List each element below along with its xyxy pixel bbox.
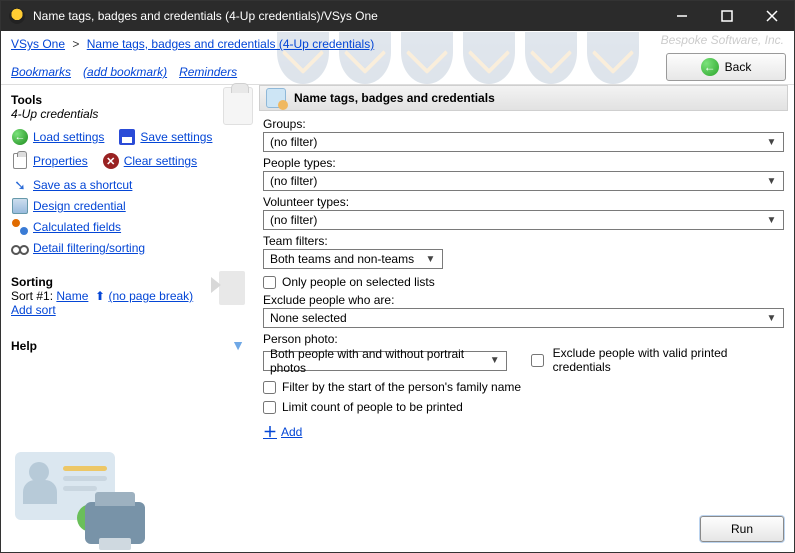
design-icon: [12, 198, 28, 214]
design-credential-link[interactable]: Design credential: [33, 199, 126, 213]
help-expand-icon[interactable]: ▼: [231, 337, 245, 353]
help-heading: Help: [11, 339, 249, 353]
load-settings-link[interactable]: Load settings: [33, 130, 104, 144]
window-title: Name tags, badges and credentials (4-Up …: [33, 9, 659, 23]
panel-header: Name tags, badges and credentials: [259, 85, 788, 111]
person-photo-label: Person photo:: [263, 332, 784, 346]
close-button[interactable]: [749, 1, 794, 31]
plus-icon: ＋: [263, 422, 277, 442]
breadcrumb-root[interactable]: VSys One: [11, 37, 65, 51]
shortcut-icon: ➘: [11, 176, 29, 194]
reminders-link[interactable]: Reminders: [179, 65, 237, 79]
filter-icon: [11, 245, 29, 255]
calc-icon: [12, 219, 28, 235]
only-selected-lists-checkbox[interactable]: [263, 276, 276, 289]
properties-icon: [13, 153, 27, 169]
people-types-value: (no filter): [270, 174, 317, 188]
clear-settings-link[interactable]: Clear settings: [124, 154, 197, 168]
calculated-fields-link[interactable]: Calculated fields: [33, 220, 121, 234]
exclude-who-value: None selected: [270, 311, 347, 325]
breadcrumb-page[interactable]: Name tags, badges and credentials (4-Up …: [87, 37, 374, 51]
panel-title: Name tags, badges and credentials: [294, 91, 495, 105]
panel-header-icon: [266, 88, 286, 108]
limit-count-label: Limit count of people to be printed: [282, 400, 463, 414]
bookmarks-link[interactable]: Bookmarks: [11, 65, 71, 79]
clipboard-icon: [223, 87, 253, 125]
exclude-valid-cred-label: Exclude people with valid printed creden…: [553, 346, 784, 374]
main-panel: Name tags, badges and credentials Groups…: [259, 85, 794, 552]
chevron-down-icon: ▼: [764, 137, 779, 148]
minimize-button[interactable]: [659, 1, 704, 31]
sort-up-icon[interactable]: ⬆: [92, 289, 105, 303]
detail-filtering-link[interactable]: Detail filtering/sorting: [33, 241, 145, 255]
chevron-down-icon: ▼: [764, 176, 779, 187]
groups-value: (no filter): [270, 135, 317, 149]
breadcrumb: VSys One > Name tags, badges and credent…: [11, 37, 374, 51]
groups-select[interactable]: (no filter) ▼: [263, 132, 784, 152]
brand-label: Bespoke Software, Inc.: [661, 33, 784, 47]
exclude-valid-cred-checkbox[interactable]: [531, 354, 544, 367]
add-label: Add: [281, 425, 302, 439]
load-icon: ←: [12, 129, 28, 145]
clear-icon: ✕: [103, 153, 119, 169]
add-sort-link[interactable]: Add sort: [11, 303, 56, 317]
team-filters-label: Team filters:: [263, 234, 784, 248]
document-icon: [219, 271, 245, 305]
save-shortcut-link[interactable]: Save as a shortcut: [33, 178, 132, 192]
people-types-select[interactable]: (no filter) ▼: [263, 171, 784, 191]
volunteer-types-label: Volunteer types:: [263, 195, 784, 209]
exclude-who-select[interactable]: None selected ▼: [263, 308, 784, 328]
properties-link[interactable]: Properties: [33, 154, 88, 168]
filter-family-name-label: Filter by the start of the person's fami…: [282, 380, 521, 394]
tools-subtitle: 4-Up credentials: [11, 107, 249, 121]
top-zone: VSys One > Name tags, badges and credent…: [1, 31, 794, 85]
volunteer-types-value: (no filter): [270, 213, 317, 227]
back-arrow-icon: ←: [701, 58, 719, 76]
only-selected-lists-label: Only people on selected lists: [282, 275, 435, 289]
team-filters-select[interactable]: Both teams and non-teams ▼: [263, 249, 443, 269]
titlebar: Name tags, badges and credentials (4-Up …: [1, 1, 794, 31]
person-photo-value: Both people with and without portrait ph…: [270, 347, 488, 375]
sort-pagebreak-link[interactable]: (no page break): [108, 289, 193, 303]
person-photo-select[interactable]: Both people with and without portrait ph…: [263, 351, 507, 371]
groups-label: Groups:: [263, 117, 784, 131]
back-label: Back: [725, 60, 752, 74]
add-link[interactable]: ＋ Add: [263, 422, 784, 442]
team-filters-value: Both teams and non-teams: [270, 252, 414, 266]
add-bookmark-link[interactable]: (add bookmark): [83, 65, 167, 79]
tools-heading: Tools: [11, 93, 249, 107]
save-settings-link[interactable]: Save settings: [140, 130, 212, 144]
sort-field-link[interactable]: Name: [56, 289, 88, 303]
save-icon: [119, 129, 135, 145]
credential-illustration: ✓: [15, 444, 145, 544]
volunteer-types-select[interactable]: (no filter) ▼: [263, 210, 784, 230]
breadcrumb-sep: >: [68, 37, 83, 51]
people-types-label: People types:: [263, 156, 784, 170]
chevron-down-icon: ▼: [423, 254, 438, 265]
limit-count-checkbox[interactable]: [263, 401, 276, 414]
exclude-who-label: Exclude people who are:: [263, 293, 784, 307]
sort-prefix: Sort #1:: [11, 289, 56, 303]
run-button[interactable]: Run: [700, 516, 784, 542]
run-label: Run: [731, 522, 753, 536]
chevron-down-icon: ▼: [488, 355, 502, 366]
chevron-down-icon: ▼: [764, 215, 779, 226]
app-icon: [9, 8, 25, 24]
sidebar: Tools 4-Up credentials ← Load settings S…: [1, 85, 259, 552]
maximize-button[interactable]: [704, 1, 749, 31]
back-button[interactable]: ← Back: [666, 53, 786, 81]
chevron-down-icon: ▼: [764, 313, 779, 324]
filter-family-name-checkbox[interactable]: [263, 381, 276, 394]
